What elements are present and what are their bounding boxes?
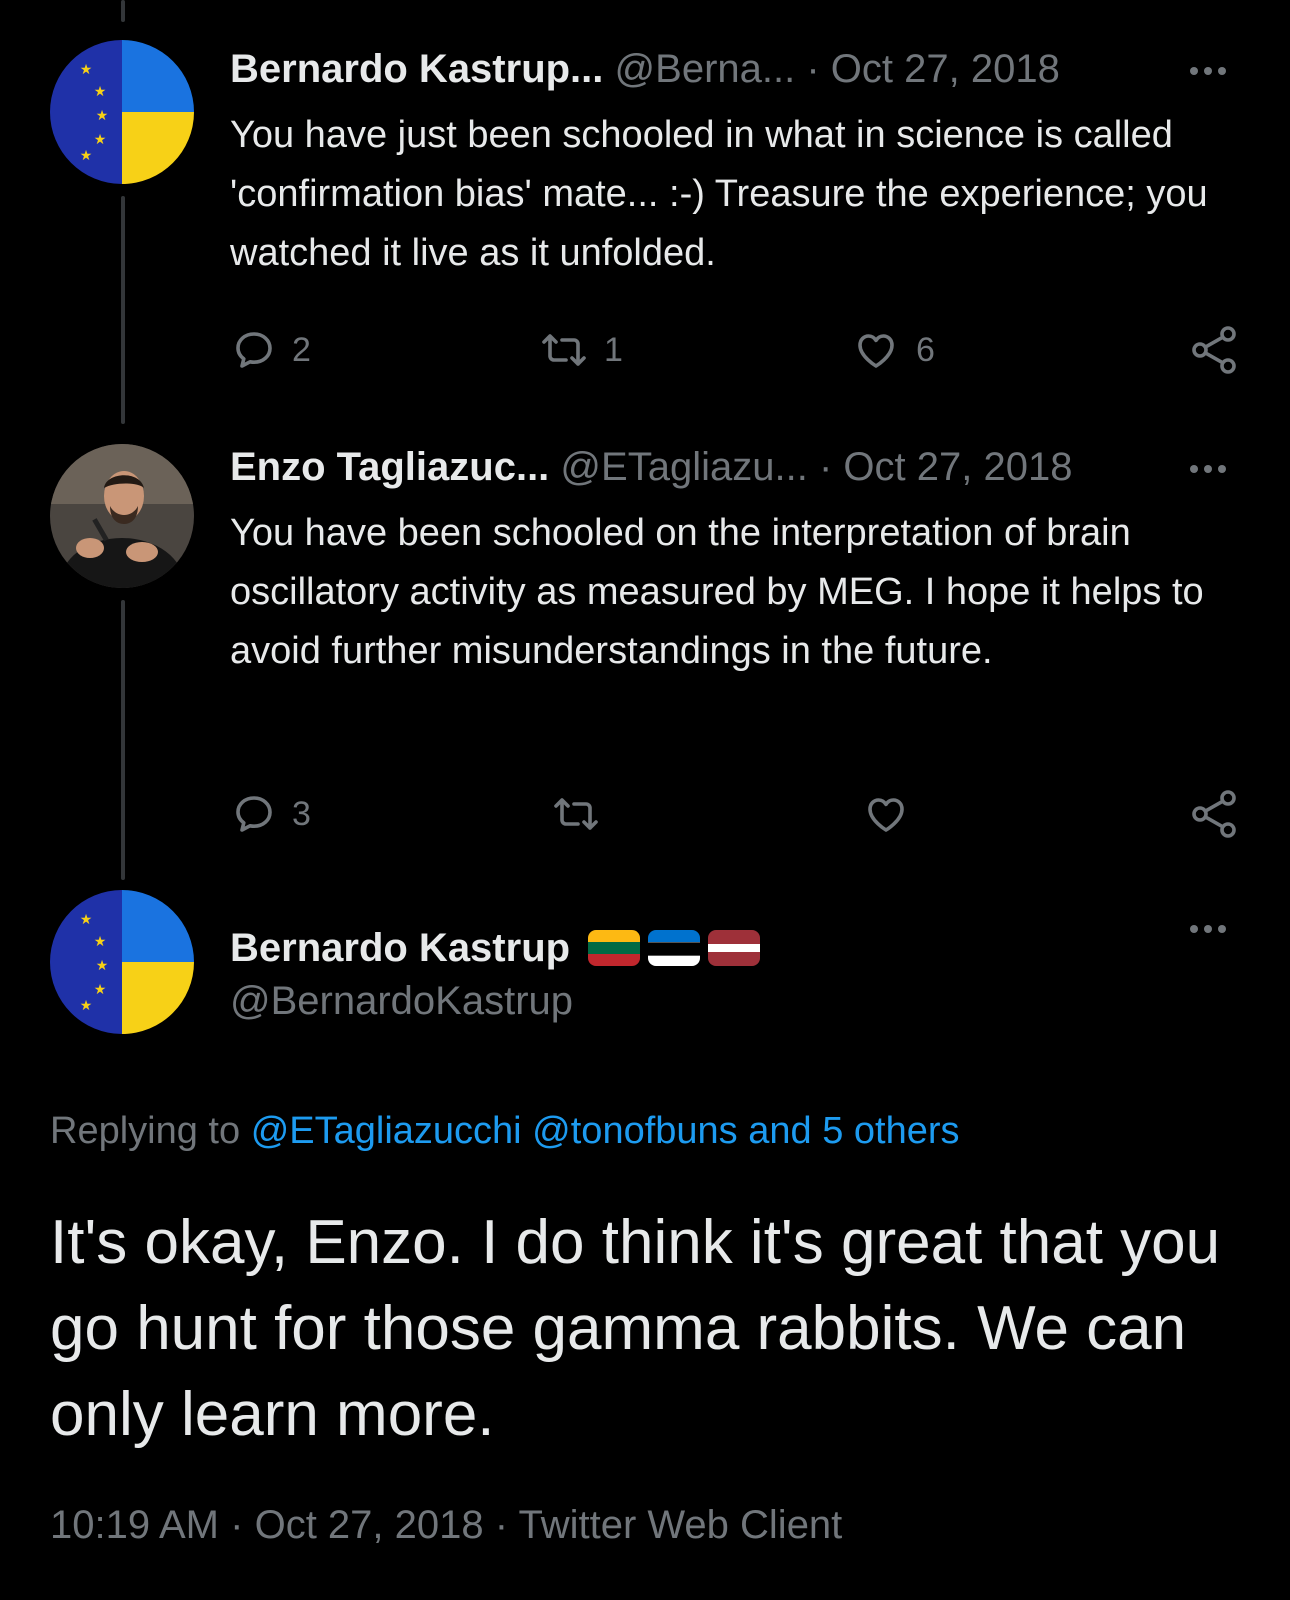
tweet-text: You have been schooled on the interpreta… bbox=[230, 512, 1204, 672]
tweet-header: Bernardo Kastrup... @Berna... · Oct 27, … bbox=[230, 44, 1150, 94]
separator: · bbox=[494, 1503, 509, 1547]
more-options-button[interactable] bbox=[1178, 914, 1238, 944]
more-options-button[interactable] bbox=[1178, 454, 1238, 484]
svg-text:★: ★ bbox=[94, 982, 107, 998]
tweet-date[interactable]: Oct 27, 2018 bbox=[831, 47, 1060, 91]
separator: · bbox=[818, 445, 833, 489]
author-name[interactable]: Bernardo Kastrup bbox=[230, 926, 570, 971]
mention-link[interactable]: @tonofbuns bbox=[532, 1110, 738, 1152]
mention-link[interactable]: @ETagliazucchi bbox=[251, 1110, 522, 1152]
author-name[interactable]: Bernardo Kastrup... bbox=[230, 47, 603, 91]
retweet-count: 1 bbox=[604, 330, 623, 369]
svg-text:★: ★ bbox=[80, 62, 93, 78]
reply-icon bbox=[236, 332, 272, 368]
tweet-date[interactable]: Oct 27, 2018 bbox=[255, 1503, 484, 1547]
share-button[interactable] bbox=[1188, 322, 1240, 378]
main-author-row: Bernardo Kastrup bbox=[230, 920, 761, 976]
like-button[interactable]: 6 bbox=[850, 322, 935, 378]
tweet-item[interactable]: Enzo Tagliazuc... @ETagliazu... · Oct 27… bbox=[0, 430, 1290, 890]
avatar[interactable] bbox=[50, 444, 194, 588]
tweet-item[interactable]: ★ ★ ★ ★ ★ Bernardo Kastrup... @Berna... … bbox=[0, 0, 1290, 430]
estonia-flag-icon bbox=[648, 930, 701, 966]
speaker-photo-avatar-icon bbox=[50, 444, 194, 588]
svg-text:★: ★ bbox=[80, 912, 93, 928]
eu-ukraine-flag-avatar-icon: ★ ★ ★ ★ ★ bbox=[50, 890, 194, 1034]
reply-icon bbox=[236, 796, 272, 832]
like-count: 6 bbox=[916, 330, 935, 369]
author-handle[interactable]: @BernardoKastrup bbox=[230, 976, 573, 1026]
like-button[interactable] bbox=[860, 786, 926, 842]
tweet-client[interactable]: Twitter Web Client bbox=[518, 1503, 842, 1547]
tweet-actions: 2 1 6 bbox=[230, 322, 1240, 378]
more-dots-icon bbox=[1190, 925, 1226, 933]
reply-button[interactable]: 3 bbox=[230, 786, 311, 842]
tweet-meta: 10:19 AM · Oct 27, 2018 · Twitter Web Cl… bbox=[50, 1500, 842, 1550]
replying-to: Replying to @ETagliazucchi @tonofbuns an… bbox=[50, 1106, 960, 1156]
more-options-button[interactable] bbox=[1178, 56, 1238, 86]
author-handle[interactable]: @Berna... bbox=[615, 47, 796, 91]
svg-text:★: ★ bbox=[94, 934, 107, 950]
avatar[interactable]: ★ ★ ★ ★ ★ bbox=[50, 890, 194, 1034]
reply-count: 2 bbox=[292, 330, 311, 369]
more-dots-icon bbox=[1190, 465, 1226, 473]
retweet-icon bbox=[542, 334, 586, 366]
svg-text:★: ★ bbox=[96, 108, 109, 124]
author-name[interactable]: Enzo Tagliazuc... bbox=[230, 445, 549, 489]
heart-icon bbox=[858, 334, 894, 368]
main-tweet-text: It's okay, Enzo. I do think it's great t… bbox=[50, 1208, 1221, 1449]
replying-prefix: Replying to bbox=[50, 1110, 241, 1152]
share-button[interactable] bbox=[1188, 786, 1240, 842]
svg-text:★: ★ bbox=[94, 132, 107, 148]
tweet-date[interactable]: Oct 27, 2018 bbox=[843, 445, 1072, 489]
eu-ukraine-flag-avatar-icon: ★ ★ ★ ★ ★ bbox=[50, 40, 194, 184]
more-dots-icon bbox=[1190, 67, 1226, 75]
share-icon bbox=[1192, 790, 1236, 838]
heart-icon bbox=[868, 798, 904, 832]
separator: · bbox=[806, 47, 820, 91]
tweet-time[interactable]: 10:19 AM bbox=[50, 1503, 219, 1547]
reply-count: 3 bbox=[292, 794, 311, 833]
svg-text:★: ★ bbox=[94, 84, 107, 100]
tweet-header: Enzo Tagliazuc... @ETagliazu... · Oct 27… bbox=[230, 442, 1150, 492]
tweet-text: You have just been schooled in what in s… bbox=[230, 114, 1208, 274]
tweet-actions: 3 bbox=[230, 786, 1240, 842]
svg-text:★: ★ bbox=[80, 148, 93, 164]
author-handle[interactable]: @ETagliazu... bbox=[560, 445, 807, 489]
retweet-icon bbox=[554, 798, 598, 830]
retweet-button[interactable]: 1 bbox=[538, 322, 623, 378]
avatar[interactable]: ★ ★ ★ ★ ★ bbox=[50, 40, 194, 184]
share-icon bbox=[1192, 326, 1236, 374]
latvia-flag-icon bbox=[708, 930, 761, 966]
reply-button[interactable]: 2 bbox=[230, 322, 311, 378]
others-link[interactable]: and 5 others bbox=[748, 1110, 959, 1152]
separator: · bbox=[230, 1503, 244, 1547]
retweet-button[interactable] bbox=[550, 786, 616, 842]
svg-text:★: ★ bbox=[80, 998, 93, 1014]
svg-text:★: ★ bbox=[96, 958, 109, 974]
lithuania-flag-icon bbox=[588, 930, 641, 966]
